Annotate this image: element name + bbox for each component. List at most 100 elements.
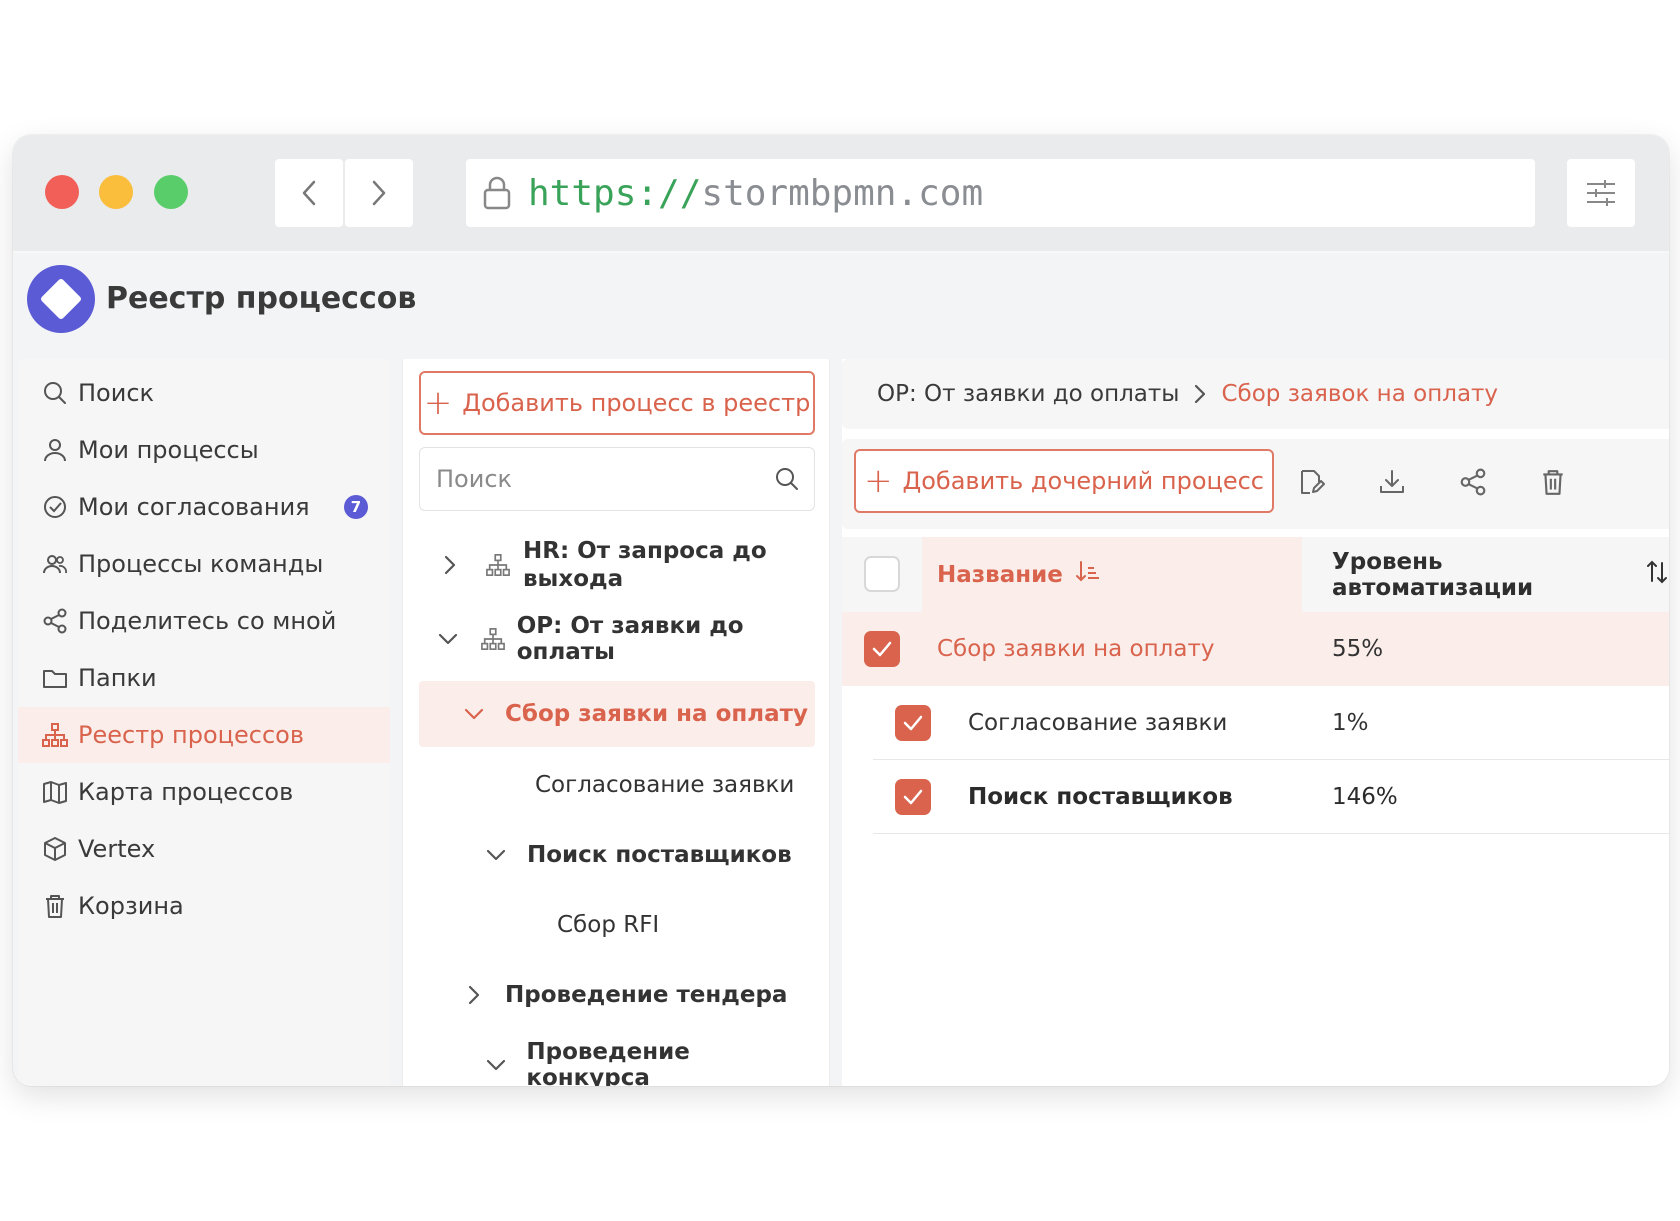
tree-item-selected[interactable]: Сбор заявки на оплату [419, 681, 815, 747]
chevron-down-icon[interactable] [459, 699, 489, 729]
sidebar: Поиск Мои процессы Мои согласования 7 Пр… [18, 359, 390, 1086]
process-detail-panel: OP: От заявки до оплаты Сбор заявок на о… [842, 359, 1669, 1086]
registry-panel: + Добавить процесс в реестр HR: От запро… [402, 359, 830, 1086]
minimize-window-button[interactable] [99, 175, 133, 209]
chevron-right-icon [372, 180, 386, 206]
plus-icon: + [863, 461, 893, 501]
table-row[interactable]: Согласование заявки 1% [873, 686, 1669, 760]
sidebar-item-label: Корзина [78, 892, 184, 920]
sidebar-item-team-processes[interactable]: Процессы команды [18, 536, 390, 592]
tree-item[interactable]: Сбор RFI [419, 895, 815, 955]
tree-item-label: Проведение конкурса [526, 1039, 690, 1086]
column-header-automation[interactable]: Уровень автоматизации [1332, 537, 1669, 612]
sidebar-item-vertex[interactable]: Vertex [18, 821, 390, 877]
tree-item-label: OP: От заявки до оплаты [516, 613, 744, 665]
sidebar-item-trash[interactable]: Корзина [18, 878, 390, 934]
tree-item[interactable]: Поиск поставщиков [419, 825, 815, 885]
registry-search [419, 447, 815, 511]
chevron-down-icon[interactable] [435, 624, 462, 654]
row-checkbox[interactable] [864, 631, 900, 667]
tree-item-op[interactable]: OP: От заявки до оплаты [419, 611, 815, 667]
row-automation: 55% [1332, 636, 1384, 662]
trash-icon[interactable] [1536, 465, 1570, 499]
row-checkbox[interactable] [895, 705, 931, 741]
edit-icon[interactable] [1294, 465, 1328, 499]
tree-item-label: Сбор заявки на оплату [505, 701, 808, 727]
sidebar-item-shared-with-me[interactable]: Поделитесь со мной [18, 593, 390, 649]
share-icon [42, 608, 68, 634]
table-row[interactable]: Сбор заявки на оплату 55% [842, 612, 1669, 686]
breadcrumb: OP: От заявки до оплаты Сбор заявок на о… [842, 359, 1669, 429]
sidebar-item-label: Vertex [78, 835, 156, 863]
add-child-process-button[interactable]: + Добавить дочерний процесс [854, 449, 1274, 513]
tree-item-label: Поиск поставщиков [527, 842, 792, 868]
browser-toolbar: https:// stormbpmn.com [13, 135, 1669, 251]
breadcrumb-current: Сбор заявок на оплату [1221, 381, 1499, 407]
check-icon [872, 641, 892, 657]
registry-search-input[interactable] [436, 465, 766, 493]
table-row[interactable]: Поиск поставщиков 146% [873, 760, 1669, 834]
chevron-right-icon[interactable] [435, 550, 465, 580]
actions-toolbar: + Добавить дочерний процесс [842, 439, 1669, 529]
tree-item-hr[interactable]: HR: От запроса до выхода [419, 529, 815, 601]
breadcrumb-item[interactable]: OP: От заявки до оплаты [877, 381, 1179, 407]
sidebar-item-folders[interactable]: Папки [18, 650, 390, 706]
tree-item-label: Проведение тендера [505, 982, 788, 1008]
url-host: stormbpmn.com [701, 172, 984, 214]
download-icon[interactable] [1375, 465, 1409, 499]
select-all-checkbox[interactable] [864, 556, 900, 592]
sidebar-item-process-registry[interactable]: Реестр процессов [18, 707, 390, 763]
page-title: Реестр процессов [106, 281, 417, 316]
row-name[interactable]: Сбор заявки на оплату [937, 636, 1214, 662]
row-checkbox[interactable] [895, 779, 931, 815]
sliders-icon [1587, 180, 1615, 206]
app-logo[interactable] [27, 265, 95, 333]
back-button[interactable] [275, 159, 343, 227]
sidebar-item-label: Реестр процессов [78, 721, 304, 749]
sidebar-item-search[interactable]: Поиск [18, 365, 390, 421]
maximize-window-button[interactable] [154, 175, 188, 209]
tree-item-label: Согласование заявки [535, 772, 795, 798]
user-icon [42, 437, 68, 463]
browser-window: https:// stormbpmn.com Реестр процессов … [13, 135, 1669, 1086]
chevron-down-icon[interactable] [481, 840, 511, 870]
chevron-right-icon[interactable] [459, 980, 489, 1010]
row-name[interactable]: Поиск поставщиков [968, 784, 1233, 810]
map-icon [42, 779, 68, 805]
tree-item[interactable]: Проведение конкурса [419, 1035, 815, 1086]
forward-button[interactable] [345, 159, 413, 227]
search-icon [42, 380, 68, 406]
tree-item[interactable]: Проведение тендера [419, 965, 815, 1025]
add-child-label: Добавить дочерний процесс [902, 467, 1264, 495]
address-bar[interactable]: https:// stormbpmn.com [466, 159, 1535, 227]
sidebar-item-my-processes[interactable]: Мои процессы [18, 422, 390, 478]
sidebar-item-label: Процессы команды [78, 550, 324, 578]
search-icon[interactable] [774, 466, 800, 496]
check-icon [903, 715, 923, 731]
add-process-to-registry-button[interactable]: + Добавить процесс в реестр [419, 371, 815, 435]
row-automation: 1% [1332, 709, 1369, 736]
cube-icon [42, 836, 68, 862]
close-window-button[interactable] [45, 175, 79, 209]
sidebar-item-process-map[interactable]: Карта процессов [18, 764, 390, 820]
url-scheme: https:// [528, 172, 702, 214]
column-header-name[interactable]: Название [922, 537, 1302, 612]
row-automation: 146% [1332, 783, 1398, 810]
chevron-left-icon [302, 180, 316, 206]
sidebar-item-label: Мои процессы [78, 436, 259, 464]
app-header: Реестр процессов [13, 251, 1669, 347]
chevron-down-icon[interactable] [481, 1050, 510, 1080]
sidebar-item-label: Папки [78, 664, 157, 692]
share-icon[interactable] [1456, 465, 1490, 499]
row-name[interactable]: Согласование заявки [968, 710, 1227, 736]
tree-item-label: HR: От запроса до выхода [523, 538, 767, 592]
browser-settings-button[interactable] [1567, 159, 1635, 227]
sort-ascending-icon [1075, 560, 1101, 590]
sidebar-item-my-approvals[interactable]: Мои согласования 7 [18, 479, 390, 535]
sidebar-item-label: Поиск [78, 379, 155, 407]
tree-item[interactable]: Согласование заявки [419, 755, 815, 815]
tree-item-label: Сбор RFI [557, 912, 660, 938]
check-icon [903, 789, 923, 805]
trash-icon [42, 893, 68, 919]
plus-icon: + [423, 383, 453, 423]
